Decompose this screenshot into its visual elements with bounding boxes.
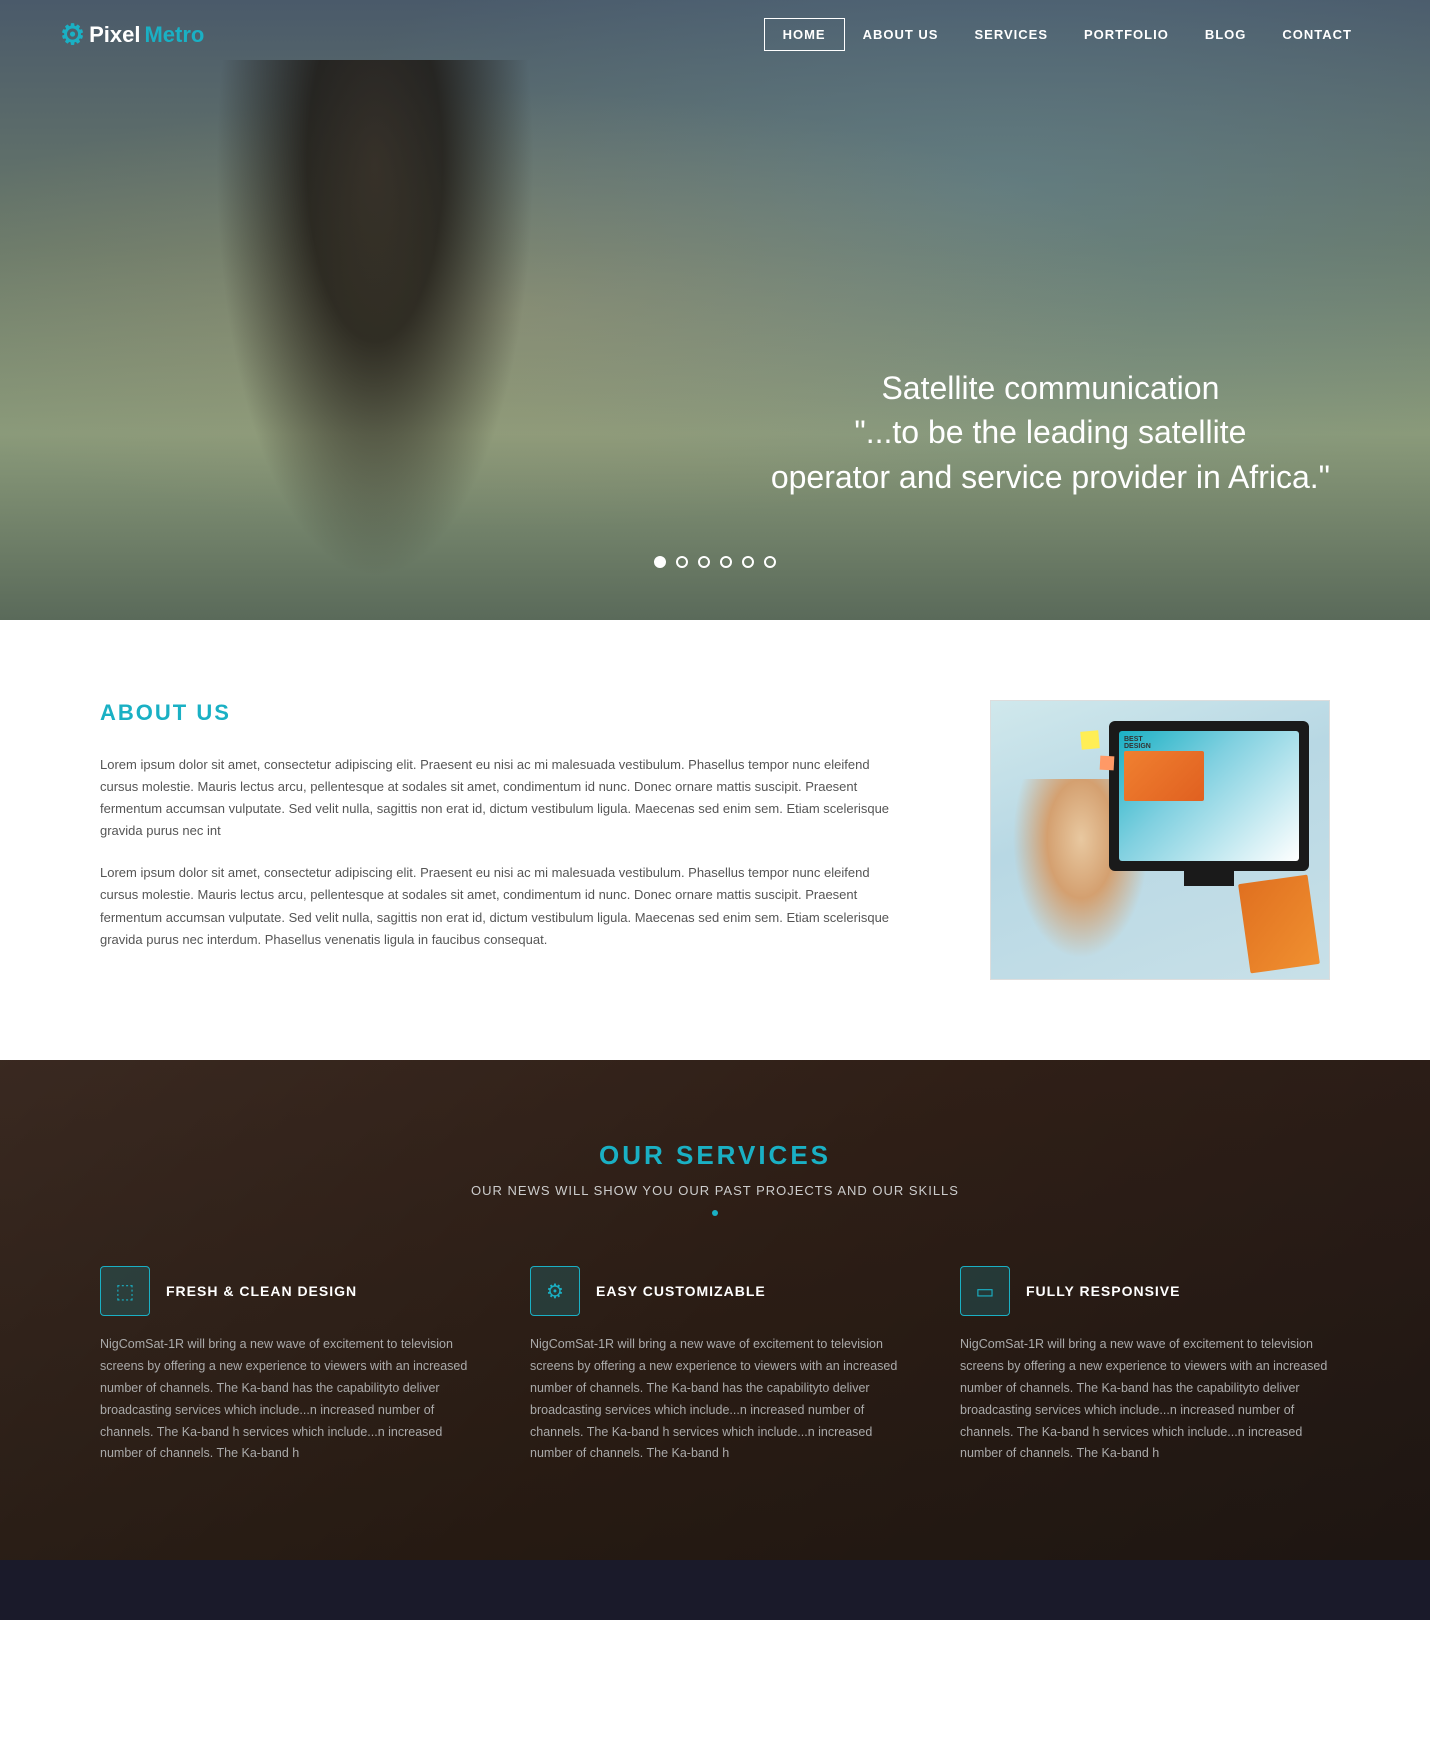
hero-line2: "...to be the leading satellite [854, 414, 1246, 450]
hero-section: Satellite communication "...to be the le… [0, 0, 1430, 620]
service-icon-row-1: ⬚ FRESH & CLEAN DESIGN [100, 1266, 470, 1316]
book-prop [1238, 875, 1320, 974]
service-item-custom: ⚙ EASY CUSTOMIZABLE NigComSat-1R will br… [530, 1266, 900, 1465]
about-section: ABOUT US Lorem ipsum dolor sit amet, con… [0, 620, 1430, 1060]
service-icon-box-1: ⬚ [100, 1266, 150, 1316]
service-name-1: FRESH & CLEAN DESIGN [166, 1283, 357, 1299]
mobile-icon: ▭ [976, 1279, 995, 1304]
footer [0, 1560, 1430, 1620]
service-item-design: ⬚ FRESH & CLEAN DESIGN NigComSat-1R will… [100, 1266, 470, 1465]
about-paragraph2: Lorem ipsum dolor sit amet, consectetur … [100, 862, 910, 950]
logo-pixel: Pixel [89, 22, 140, 48]
dot-3[interactable] [698, 556, 710, 568]
hero-line1: Satellite communication [881, 370, 1219, 406]
monitor-icon: ⬚ [116, 1279, 135, 1304]
hero-person-silhouette [215, 60, 535, 580]
hero-text-block: Satellite communication "...to be the le… [771, 366, 1330, 500]
main-nav: HOME ABOUT US SERVICES PORTFOLIO BLOG CO… [764, 18, 1370, 51]
dot-2[interactable] [676, 556, 688, 568]
nav-blog[interactable]: BLOG [1187, 19, 1265, 50]
service-icon-box-2: ⚙ [530, 1266, 580, 1316]
service-desc-2: NigComSat-1R will bring a new wave of ex… [530, 1334, 900, 1465]
service-icon-box-3: ▭ [960, 1266, 1010, 1316]
hero-headline: Satellite communication "...to be the le… [771, 366, 1330, 500]
dot-4[interactable] [720, 556, 732, 568]
hero-dots [654, 556, 776, 568]
sticky-note-1 [1080, 730, 1100, 750]
dot-1[interactable] [654, 556, 666, 568]
service-name-2: EASY CUSTOMIZABLE [596, 1283, 766, 1299]
dot-6[interactable] [764, 556, 776, 568]
services-dot-divider [712, 1210, 718, 1216]
about-image: BESTDESIGN [990, 700, 1330, 980]
nav-contact[interactable]: CONTACT [1264, 19, 1370, 50]
services-subtitle: OUR NEWS WILL SHOW YOU OUR PAST PROJECTS… [100, 1183, 1330, 1198]
gear-icon: ⚙ [546, 1279, 564, 1304]
service-icon-row-2: ⚙ EASY CUSTOMIZABLE [530, 1266, 900, 1316]
services-section: OUR SERVICES OUR NEWS WILL SHOW YOU OUR … [0, 1060, 1430, 1560]
about-image-inner: BESTDESIGN [991, 701, 1329, 979]
nav-services[interactable]: SERVICES [956, 19, 1066, 50]
services-header: OUR SERVICES OUR NEWS WILL SHOW YOU OUR … [100, 1140, 1330, 1216]
about-paragraph1: Lorem ipsum dolor sit amet, consectetur … [100, 754, 910, 842]
dot-5[interactable] [742, 556, 754, 568]
about-content: ABOUT US Lorem ipsum dolor sit amet, con… [100, 700, 910, 971]
logo[interactable]: ⚙ PixelMetro [60, 18, 204, 51]
service-desc-3: NigComSat-1R will bring a new wave of ex… [960, 1334, 1330, 1465]
service-name-3: FULLY RESPONSIVE [1026, 1283, 1180, 1299]
service-icon-row-3: ▭ FULLY RESPONSIVE [960, 1266, 1330, 1316]
service-item-responsive: ▭ FULLY RESPONSIVE NigComSat-1R will bri… [960, 1266, 1330, 1465]
header: ⚙ PixelMetro HOME ABOUT US SERVICES PORT… [0, 0, 1430, 69]
service-desc-1: NigComSat-1R will bring a new wave of ex… [100, 1334, 470, 1465]
hero-line3: operator and service provider in Africa.… [771, 459, 1330, 495]
about-title: ABOUT US [100, 700, 910, 726]
services-grid: ⬚ FRESH & CLEAN DESIGN NigComSat-1R will… [100, 1266, 1330, 1465]
logo-icon: ⚙ [60, 18, 85, 51]
nav-about[interactable]: ABOUT US [845, 19, 957, 50]
logo-metro: Metro [144, 22, 204, 48]
services-title: OUR SERVICES [100, 1140, 1330, 1171]
nav-home[interactable]: HOME [764, 18, 845, 51]
monitor-image: BESTDESIGN [1109, 721, 1309, 871]
nav-portfolio[interactable]: PORTFOLIO [1066, 19, 1187, 50]
sticky-note-2 [1100, 756, 1115, 771]
